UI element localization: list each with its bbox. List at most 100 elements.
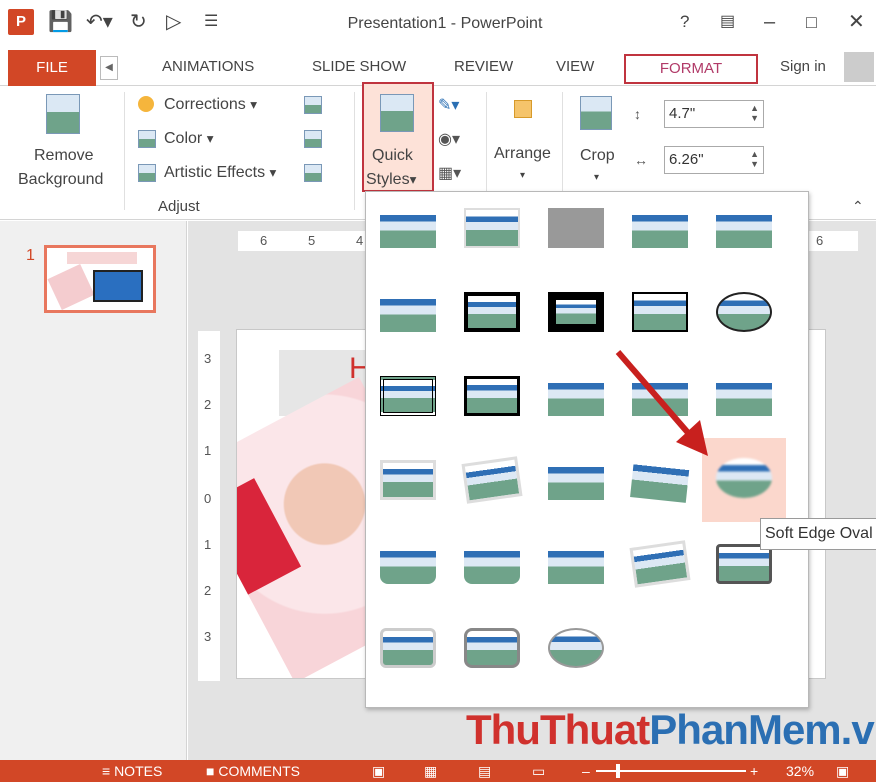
style-preview-icon [548,460,604,500]
style-preview-icon [464,628,520,668]
color-button[interactable]: Color ▾ [164,129,213,149]
avatar[interactable] [844,52,874,82]
close-icon[interactable]: ✕ [848,10,865,34]
style-option[interactable] [462,372,522,420]
style-option[interactable] [378,540,438,588]
artistic-effects-icon [138,164,156,182]
style-preview-icon [629,540,691,588]
style-preview-icon [548,628,604,668]
artistic-effects-button[interactable]: Artistic Effects ▾ [164,163,276,183]
fit-slide-icon[interactable]: ▣ [836,760,849,782]
style-option[interactable] [462,624,522,672]
slide-thumbnail[interactable] [44,245,156,313]
corrections-button[interactable]: Corrections ▾ [164,95,257,115]
zoom-out-icon[interactable]: – [582,760,590,782]
remove-background-label-1[interactable]: Remove [34,146,94,166]
crop-button[interactable]: Crop [580,146,615,166]
zoom-in-icon[interactable]: + [750,760,758,782]
style-option[interactable] [546,204,606,252]
style-option[interactable] [461,456,523,504]
window-title: Presentation1 - PowerPoint [347,15,543,32]
tab-view[interactable]: VIEW [556,56,594,78]
minimize-icon[interactable]: – [764,10,775,34]
powerpoint-icon[interactable]: P [8,9,34,35]
style-option[interactable] [462,204,522,252]
collapse-ribbon-icon[interactable]: ⌃ [852,196,864,216]
style-option[interactable] [546,288,606,336]
separator [354,92,355,210]
picture-effects-icon[interactable]: ◉▾ [438,130,460,150]
arrange-button[interactable]: Arrange [494,144,551,164]
style-option[interactable] [546,624,606,672]
style-preview-icon [630,457,690,503]
quick-styles-label-2: Styles▾ [366,171,417,188]
normal-view-icon[interactable]: ▣ [372,760,385,782]
zoom-slider-thumb[interactable] [616,764,620,778]
style-preview-icon [716,292,772,332]
slide-show-icon[interactable]: ▭ [532,760,545,782]
tab-scroll-left-icon[interactable]: ◀ [100,56,118,80]
quick-styles-icon [380,94,414,132]
save-icon[interactable]: 💾 [48,10,73,34]
sign-in-link[interactable]: Sign in [780,56,826,78]
slide-sorter-icon[interactable]: ▦ [424,760,437,782]
style-preview-icon [380,460,436,500]
style-option[interactable] [714,372,774,420]
style-option[interactable] [546,456,606,504]
style-preview-icon [464,544,520,584]
maximize-icon[interactable]: □ [806,10,817,34]
width-icon: ↔ [634,152,648,168]
watermark: ThuThuatPhanMem.vn [466,706,876,753]
tab-file[interactable]: FILE [8,50,96,86]
undo-icon[interactable]: ↶▾ [86,10,113,34]
color-icon [138,130,156,148]
status-bar: ≡ NOTES ■ COMMENTS ▣ ▦ ▤ ▭ – + 32% ▣ [0,760,876,782]
style-option[interactable] [546,540,606,588]
style-option[interactable] [546,372,606,420]
tab-review[interactable]: REVIEW [454,56,513,78]
arrange-dropdown-icon[interactable]: ▾ [520,166,525,186]
style-preview-icon [380,544,436,584]
change-picture-icon[interactable] [304,130,322,148]
reading-view-icon[interactable]: ▤ [478,760,491,782]
style-preview-icon [548,208,604,248]
remove-background-label-2[interactable]: Background [18,170,103,190]
help-button[interactable]: ? [680,10,689,34]
tab-slide-show[interactable]: SLIDE SHOW [312,56,406,78]
comments-button[interactable]: ■ COMMENTS [206,760,300,782]
style-option[interactable] [378,456,438,504]
tab-animations[interactable]: ANIMATIONS [162,56,254,78]
adjust-group-label: Adjust [158,198,200,215]
style-preview-icon [548,376,604,416]
style-option[interactable] [714,204,774,252]
notes-button[interactable]: ≡ NOTES [102,760,162,782]
style-option[interactable] [378,204,438,252]
height-spinner[interactable]: 4.7" ▲ ▼ [664,100,764,128]
style-option[interactable] [630,204,690,252]
style-option[interactable] [714,288,774,336]
start-from-beginning-icon[interactable]: ▷ [166,10,181,34]
style-option[interactable] [462,288,522,336]
style-option[interactable] [630,288,690,336]
picture-border-icon[interactable]: ✎▾ [438,96,459,116]
zoom-level[interactable]: 32% [786,760,814,782]
style-preview-icon [380,628,436,668]
style-option[interactable] [378,288,438,336]
picture-layout-icon[interactable]: ▦▾ [438,164,461,184]
tab-format[interactable]: FORMAT [624,54,758,84]
style-option[interactable] [378,372,438,420]
style-preview-icon [716,208,772,248]
customize-qat-icon[interactable]: ☰ [204,10,218,34]
style-option[interactable] [630,456,690,504]
style-option[interactable] [378,624,438,672]
style-option[interactable] [629,540,691,588]
ribbon-display-options-icon[interactable]: ▤ [720,10,735,34]
slide-number: 1 [26,247,35,264]
redo-icon[interactable]: ↻ [130,10,147,34]
reset-picture-icon[interactable] [304,164,322,182]
crop-dropdown-icon[interactable]: ▾ [594,168,599,188]
style-preview-icon [716,458,772,498]
width-spinner[interactable]: 6.26" ▲ ▼ [664,146,764,174]
compress-pictures-icon[interactable] [304,96,322,114]
style-option[interactable] [462,540,522,588]
